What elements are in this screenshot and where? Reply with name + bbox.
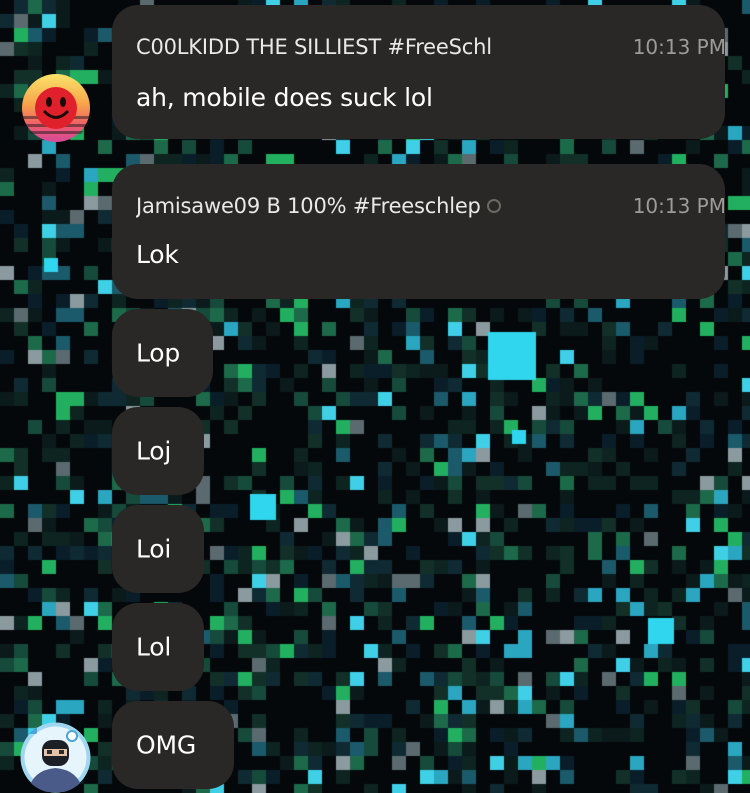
sender-name[interactable]: C00LKIDD THE SILLIEST #FreeSchl	[136, 35, 492, 59]
status-icon	[486, 199, 501, 213]
ninja-avatar-icon[interactable]	[20, 722, 91, 793]
message-bubble[interactable]: Lol	[112, 603, 204, 691]
message-text: OMG	[136, 730, 197, 760]
message-text: ah, mobile does suck lol	[136, 83, 433, 112]
message-bubble[interactable]: Loi	[112, 505, 204, 593]
message-text: Loj	[136, 436, 172, 466]
message-bubble[interactable]: Loj	[112, 407, 204, 495]
message-bubble[interactable]: Lop	[112, 309, 213, 397]
message-text: Lop	[136, 338, 181, 368]
message-bubble[interactable]: OMG	[112, 701, 234, 789]
smiley-avatar-icon[interactable]	[20, 72, 92, 144]
message-header: Jamisawe09 B 100% #Freeschlep 10:13 PM	[136, 194, 726, 218]
sender-name[interactable]: Jamisawe09 B 100% #Freeschlep	[136, 194, 481, 218]
message-text: Loi	[136, 534, 172, 564]
message-text: Lol	[136, 632, 172, 662]
message-text: Lok	[136, 240, 179, 269]
message-header: C00LKIDD THE SILLIEST #FreeSchl 10:13 PM	[136, 35, 726, 59]
message-bubble[interactable]: C00LKIDD THE SILLIEST #FreeSchl 10:13 PM…	[112, 5, 726, 139]
message-bubble[interactable]: Jamisawe09 B 100% #Freeschlep 10:13 PM L…	[112, 164, 726, 299]
timestamp: 10:13 PM	[632, 194, 726, 218]
chat-view: C00LKIDD THE SILLIEST #FreeSchl 10:13 PM…	[0, 0, 750, 793]
timestamp: 10:13 PM	[632, 35, 726, 59]
